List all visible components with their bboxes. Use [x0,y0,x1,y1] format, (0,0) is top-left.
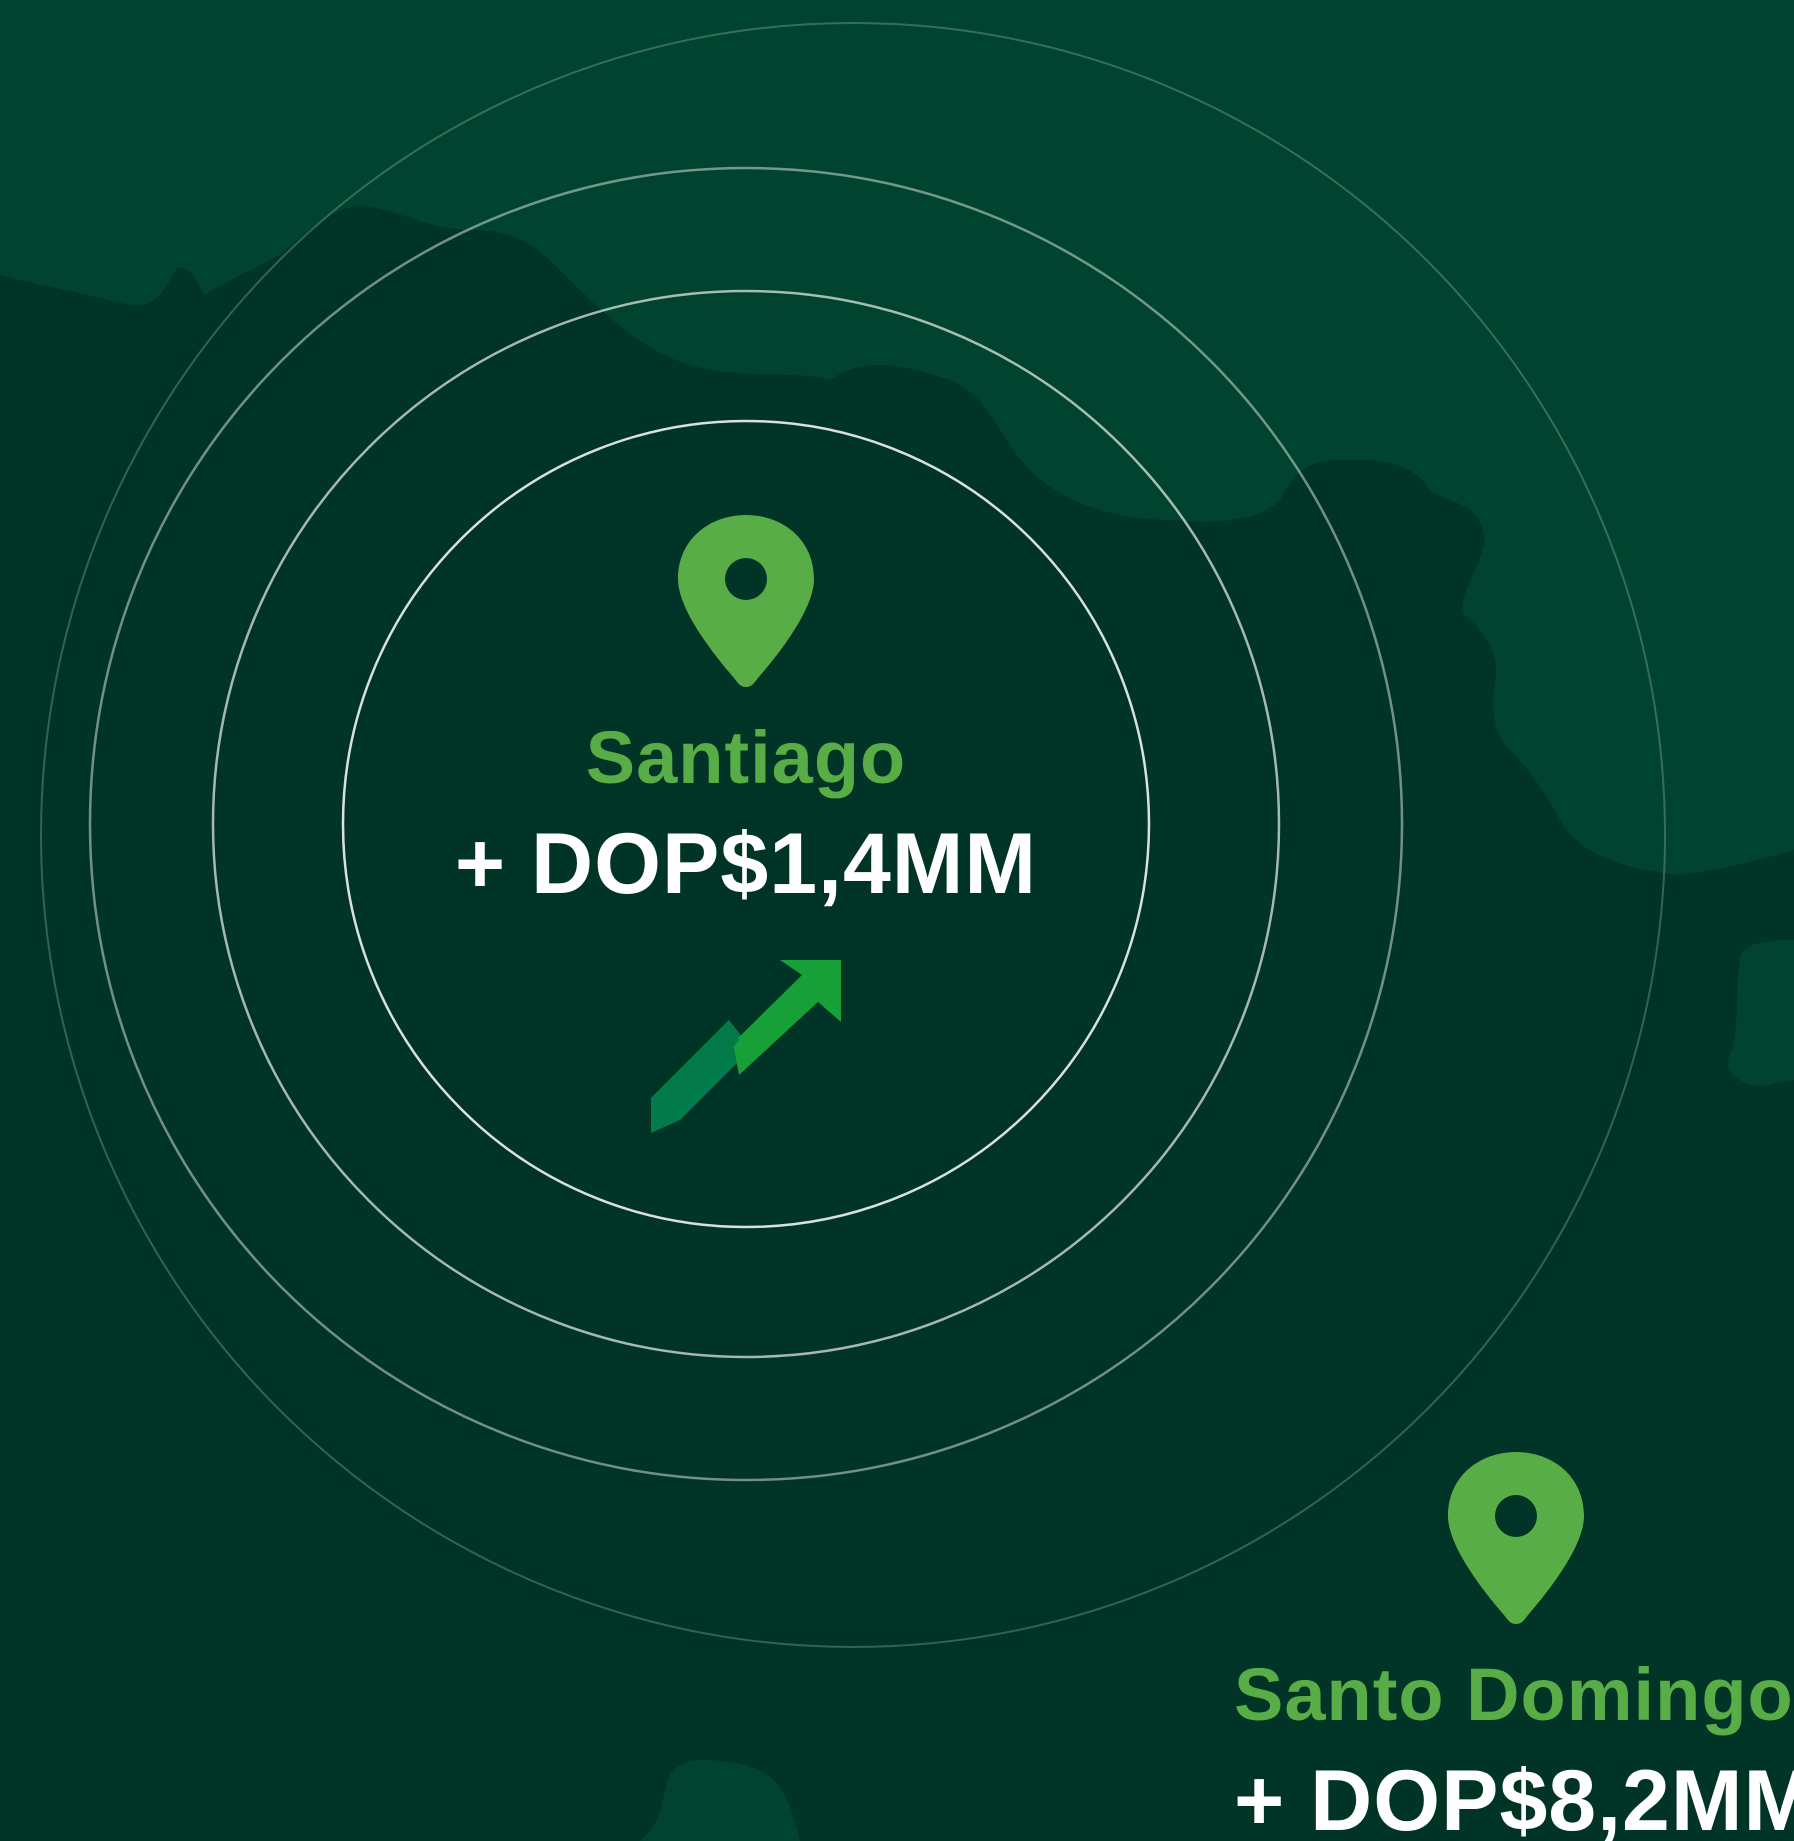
map-infographic: Santiago + DOP$1,4MM Santo Domingo + DOP… [0,0,1794,1841]
sea-inlet [1730,945,1794,1080]
city-name-santo-domingo: Santo Domingo [1234,1653,1794,1736]
city-name-santiago: Santiago [585,716,907,799]
amount-santo-domingo: + DOP$8,2MM [1234,1753,1794,1841]
map-canvas [0,0,1794,1841]
amount-santiago: + DOP$1,4MM [454,816,1038,912]
